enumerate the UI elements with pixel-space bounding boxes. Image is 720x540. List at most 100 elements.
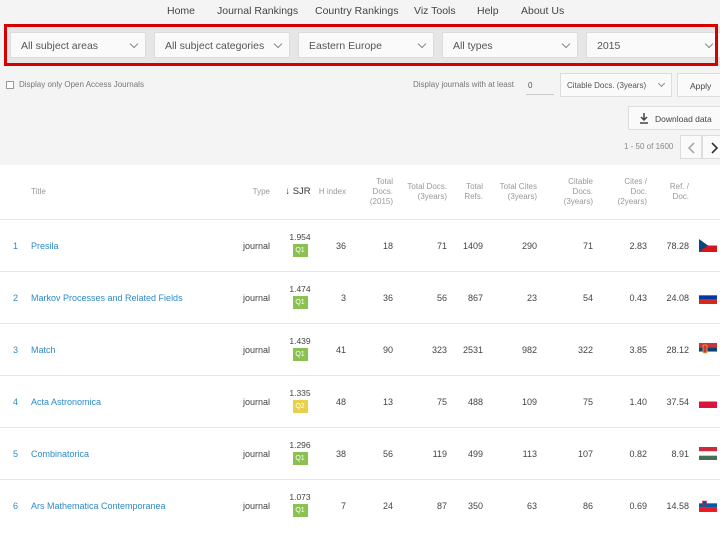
table-row: 4 Acta Astronomica journal 1.335 Q2 48 1… (0, 375, 720, 427)
h-index: 41 (335, 345, 346, 355)
total-docs-year: 90 (382, 345, 393, 355)
ref-per-doc: 24.08 (666, 293, 689, 303)
table-row: 5 Combinatorica journal 1.296 Q1 38 56 1… (0, 427, 720, 479)
chevron-down-icon (129, 39, 139, 49)
nav-journal-rankings[interactable]: Journal Rankings (217, 5, 298, 17)
sjr-value: 1.073 (289, 492, 311, 502)
h-index: 7 (340, 501, 346, 511)
chevron-down-icon (704, 39, 714, 49)
nav-viz-tools[interactable]: Viz Tools (414, 5, 456, 17)
total-refs: 1409 (462, 241, 483, 251)
sjr-value: 1.296 (289, 440, 311, 450)
journal-type: journal (242, 345, 270, 355)
nav-about-us[interactable]: About Us (521, 5, 564, 17)
total-refs: 867 (467, 293, 483, 303)
total-cites: 109 (521, 397, 537, 407)
chevron-down-icon (417, 39, 427, 49)
citable-docs-select[interactable]: Citable Docs. (3years) (560, 73, 672, 97)
rank: 1 (13, 241, 19, 251)
subject-categories-value: All subject categories (165, 40, 265, 52)
hungary-flag-icon[interactable] (699, 447, 717, 460)
ref-per-doc: 8.91 (671, 449, 689, 459)
quartile-badge: Q1 (292, 504, 308, 517)
chevron-down-icon (273, 39, 283, 49)
journal-title-link[interactable]: Acta Astronomica (31, 376, 231, 428)
prev-page-button[interactable] (680, 135, 702, 159)
citable-docs: 54 (582, 293, 593, 303)
ref-per-doc: 37.54 (666, 397, 689, 407)
rank: 5 (13, 449, 19, 459)
rank: 3 (13, 345, 19, 355)
russia-flag-icon[interactable] (699, 291, 717, 304)
filter-bar: All subject areas All subject categories… (7, 26, 720, 65)
header-cites-per-doc[interactable]: Cites / Doc. (2years) (610, 165, 647, 219)
region-value: Eastern Europe (309, 40, 382, 52)
czech-republic-flag-icon[interactable] (699, 239, 717, 252)
apply-button[interactable]: Apply (677, 73, 720, 97)
total-docs-year: 18 (382, 241, 393, 251)
journal-title-link[interactable]: Ars Mathematica Contemporanea (31, 480, 231, 532)
sjr-cell: 1.335 Q2 (287, 388, 313, 413)
citable-docs: 86 (582, 501, 593, 511)
header-h-index[interactable]: H index (318, 165, 346, 219)
open-access-checkbox[interactable] (6, 81, 14, 89)
total-refs: 499 (467, 449, 483, 459)
types-value: All types (453, 40, 493, 52)
cites-per-doc: 0.82 (629, 449, 647, 459)
download-data-button[interactable]: Download data (628, 106, 720, 130)
header-title[interactable]: Title (31, 165, 91, 219)
cites-per-doc: 2.83 (629, 241, 647, 251)
header-citable-docs[interactable]: Citable Docs. (3years) (553, 165, 593, 219)
rankings-table: Title Type ↓ SJR H index Total Docs. (20… (0, 165, 720, 540)
rank: 4 (13, 397, 19, 407)
quartile-badge: Q2 (292, 400, 308, 413)
year-select[interactable]: 2015 (586, 32, 720, 58)
sjr-value: 1.474 (289, 284, 311, 294)
total-docs-3y: 87 (436, 501, 447, 511)
region-select[interactable]: Eastern Europe (298, 32, 434, 58)
nav-help[interactable]: Help (477, 5, 499, 17)
total-cites: 290 (521, 241, 537, 251)
slovenia-flag-icon[interactable] (699, 499, 717, 512)
header-total-docs-3y[interactable]: Total Docs. (3years) (406, 165, 447, 219)
journal-type: journal (242, 293, 270, 303)
next-page-button[interactable] (702, 135, 720, 159)
min-citable-label: Display journals with at least (413, 80, 514, 89)
nav-home[interactable]: Home (167, 5, 195, 17)
total-docs-3y: 75 (436, 397, 447, 407)
header-type[interactable]: Type (235, 165, 270, 219)
year-value: 2015 (597, 40, 621, 52)
subject-areas-select[interactable]: All subject areas (10, 32, 146, 58)
types-select[interactable]: All types (442, 32, 578, 58)
header-sjr[interactable]: ↓ SJR (280, 165, 316, 219)
total-cites: 23 (526, 293, 537, 303)
header-total-docs-year[interactable]: Total Docs. (2015) (356, 165, 393, 219)
subject-categories-select[interactable]: All subject categories (154, 32, 290, 58)
h-index: 48 (335, 397, 346, 407)
quartile-badge: Q1 (292, 244, 308, 257)
journal-title-link[interactable]: Markov Processes and Related Fields (31, 272, 231, 324)
table-row: 6 Ars Mathematica Contemporanea journal … (0, 479, 720, 531)
poland-flag-icon[interactable] (699, 395, 717, 408)
cites-per-doc: 1.40 (629, 397, 647, 407)
journal-type: journal (242, 449, 270, 459)
header-total-cites[interactable]: Total Cites (3years) (490, 165, 537, 219)
serbia-flag-icon[interactable] (699, 343, 717, 356)
quartile-badge: Q1 (292, 296, 308, 309)
journal-title-link[interactable]: Presila (31, 220, 231, 272)
download-icon (640, 113, 648, 124)
sjr-cell: 1.474 Q1 (287, 284, 313, 309)
header-total-refs[interactable]: Total Refs. (455, 165, 483, 219)
h-index: 36 (335, 241, 346, 251)
cites-per-doc: 0.69 (629, 501, 647, 511)
nav-country-rankings[interactable]: Country Rankings (315, 5, 398, 17)
journal-title-link[interactable]: Combinatorica (31, 428, 231, 480)
chevron-right-icon (711, 142, 719, 154)
total-refs: 2531 (462, 345, 483, 355)
citable-docs: 322 (577, 345, 593, 355)
min-citable-input[interactable]: 0 (526, 75, 554, 95)
header-ref-per-doc[interactable]: Ref. / Doc. (661, 165, 689, 219)
journal-title-link[interactable]: Match (31, 324, 231, 376)
table-row: 1 Presila journal 1.954 Q1 36 18 71 1409… (0, 219, 720, 271)
chevron-down-icon (561, 39, 571, 49)
